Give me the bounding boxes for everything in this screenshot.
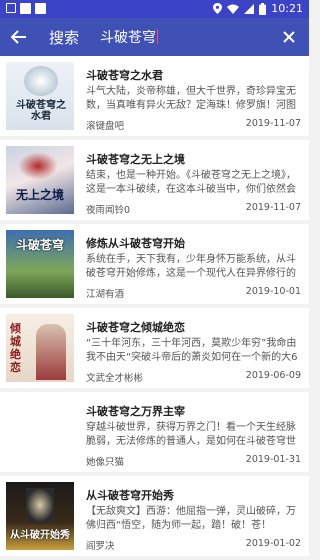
- cover-title: 倾城绝恋: [10, 322, 21, 374]
- app-notification-icon: [20, 3, 31, 14]
- result-item[interactable]: 斗破苍穹之水君 斗破苍穹之水君 斗气大陆，炎帝称雄，但大千世界，奇珍异宝无数，当…: [0, 56, 309, 136]
- cover-title: 从斗破开始秀: [10, 530, 70, 541]
- book-author: 江湖有酒: [86, 289, 125, 300]
- search-results-list: 斗破苍穹之水君 斗破苍穹之水君 斗气大陆，炎帝称雄，但大千世界，奇珍异宝无数，当…: [0, 56, 309, 560]
- search-query-text: 斗破苍穹: [100, 30, 156, 46]
- book-title: 斗破苍穹之万界主宰: [86, 405, 185, 418]
- notification-icons: [6, 3, 46, 14]
- cover-title: 斗破苍穹之水君: [16, 100, 66, 122]
- book-cover: 倾城绝恋: [6, 314, 74, 382]
- book-date: 2019-01-31: [245, 454, 301, 465]
- battery-icon: [259, 2, 267, 15]
- book-title: 修炼从斗破苍穹开始: [86, 237, 185, 250]
- book-cover: 无上之境: [6, 146, 74, 214]
- status-bar: 10:21: [0, 0, 309, 18]
- book-description: 系统在手，天下我有，少年身怀万能系统，从斗破苍穹开始修炼，这是一个现代人在异界修…: [86, 254, 296, 279]
- app-bar: 搜索 斗破苍穹: [0, 18, 309, 56]
- book-title: 斗破苍穹之水君: [86, 69, 163, 82]
- location-icon: [213, 3, 223, 14]
- book-author: 滚键盘吧: [86, 121, 125, 132]
- result-item[interactable]: 无上之境 斗破苍穹之无上之境 结束，也是一种开始。《斗破苍穹之无上之境》，这是一…: [0, 140, 309, 220]
- book-title: 斗破苍穹之无上之境: [86, 153, 185, 166]
- result-item[interactable]: 斗破苍穹之万界主宰 穿越斗破世界，获得万界之门！看一个天生经脉脆弱，无法修炼的普…: [0, 392, 309, 472]
- book-author: 文武全才彬彬: [86, 373, 144, 384]
- book-description: 穿越斗破世界，获得万界之门！看一个天生经脉脆弱，无法修炼的普通人，是如何在斗破苍…: [86, 422, 296, 447]
- close-icon[interactable]: [279, 27, 299, 47]
- book-date: 2019-01-02: [245, 538, 301, 549]
- book-date: 2019-06-09: [245, 370, 301, 381]
- book-author: 夜雨闻铃0: [86, 205, 131, 216]
- book-description: 斗气大陆，炎帝称雄，但大千世界，奇珍异宝无数，当真唯有异火无敌？定海珠！修罗旗！…: [86, 86, 296, 111]
- result-item[interactable]: 从斗破开始秀 从斗破苍穹开始秀 【无敌爽文】西游：他屈指一弹，灵山破碎，万佛归西…: [0, 476, 309, 556]
- book-author: 她像只猫: [86, 457, 125, 468]
- signal-icon: [244, 3, 255, 14]
- book-title: 从斗破苍穹开始秀: [86, 489, 174, 502]
- page-title: 搜索: [49, 29, 80, 47]
- app-notification-icon: [35, 3, 46, 14]
- result-item[interactable]: 倾城绝恋 斗破苍穹之倾城绝恋 “三十年河东，三十年河西，莫欺少年穷”我命由我不由…: [0, 308, 309, 388]
- book-date: 2019-11-07: [245, 202, 301, 213]
- image-notification-icon: [6, 3, 16, 13]
- search-input[interactable]: 斗破苍穹: [100, 27, 158, 47]
- book-cover: 斗破苍穹之水君: [6, 62, 74, 130]
- result-item[interactable]: 斗破苍穹 修炼从斗破苍穹开始 系统在手，天下我有，少年身怀万能系统，从斗破苍穹开…: [0, 224, 309, 304]
- book-description: 【无敌爽文】西游：他屈指一弹，灵山破碎，万佛归西“悟空，随为师一起，踏！破！苍！…: [86, 506, 296, 531]
- clock: 10:21: [271, 2, 303, 15]
- book-description: “三十年河东，三十年河西，莫欺少年穷”我命由我不由天“突破斗帝后的萧炎如何在一个…: [86, 338, 298, 363]
- book-cover: 从斗破开始秀: [6, 482, 74, 550]
- book-description: 结束，也是一种开始。《斗破苍穹之无上之境》，这是一本斗破续，在这本斗破当中，你们…: [86, 170, 296, 195]
- text-cursor: [157, 29, 158, 44]
- cover-title: 无上之境: [15, 188, 64, 202]
- back-arrow-icon[interactable]: [9, 27, 29, 47]
- book-date: 2019-11-07: [245, 118, 301, 129]
- book-title: 斗破苍穹之倾城绝恋: [86, 321, 185, 334]
- wifi-icon: [227, 4, 240, 14]
- book-cover: 斗破苍穹: [6, 230, 74, 298]
- book-date: 2019-10-01: [245, 286, 301, 297]
- cover-title: 斗破苍穹: [15, 238, 64, 252]
